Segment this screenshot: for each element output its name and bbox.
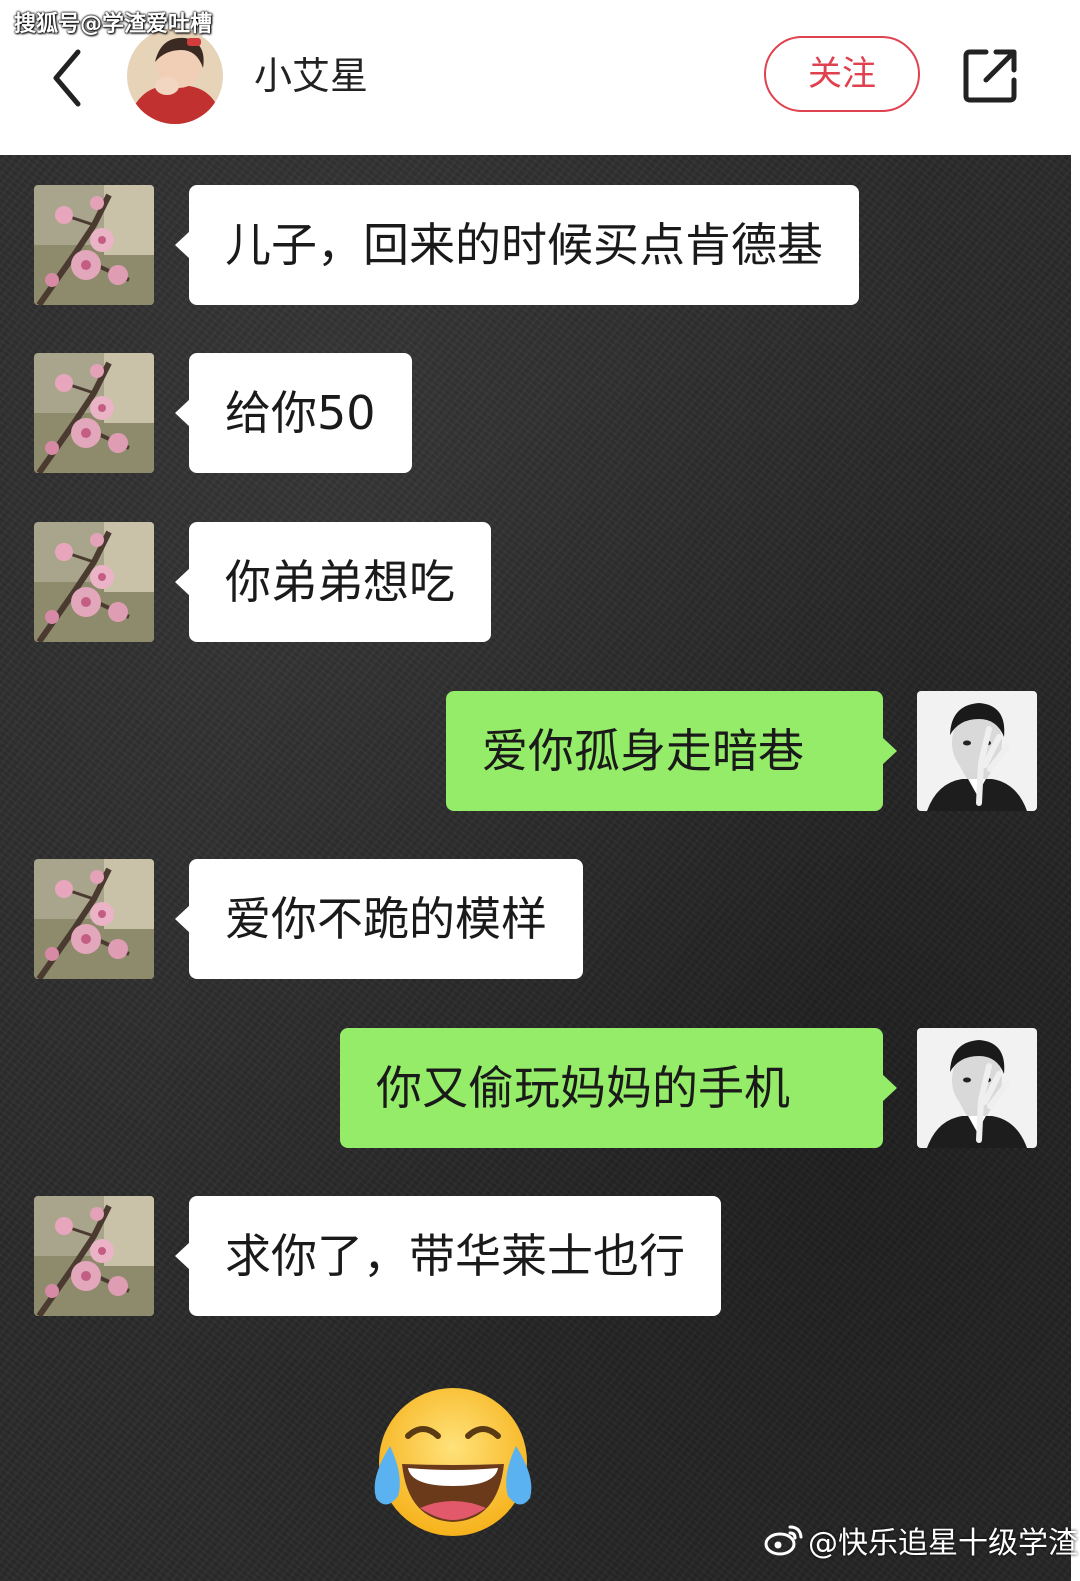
sender-avatar[interactable] — [34, 859, 154, 979]
chevron-left-icon — [38, 49, 98, 122]
edge-strip — [1071, 155, 1080, 1581]
message-bubble-outgoing: 爱你孤身走暗巷 — [446, 691, 897, 811]
message-bubble: 儿子，回来的时候买点肯德基 — [175, 185, 859, 305]
share-icon — [958, 49, 1024, 112]
message-bubble: 爱你不跪的模样 — [175, 859, 583, 979]
profile-avatar[interactable] — [127, 28, 223, 124]
message-bubble-outgoing: 你又偷玩妈妈的手机 — [340, 1028, 897, 1148]
sender-avatar[interactable] — [34, 185, 154, 305]
message-bubble: 你弟弟想吃 — [175, 522, 491, 642]
message-bubble: 求你了，带华莱士也行 — [175, 1196, 721, 1316]
weibo-icon — [764, 1523, 804, 1557]
sender-avatar[interactable] — [34, 1196, 154, 1316]
sender-avatar[interactable] — [34, 353, 154, 473]
follow-button[interactable]: 关注 — [764, 36, 920, 112]
source-watermark: 搜狐号@学渣爱吐槽 — [14, 12, 213, 37]
back-button[interactable] — [38, 38, 98, 118]
message-bubble: 给你50 — [175, 353, 412, 473]
weibo-watermark: @快乐追星十级学渣 — [764, 1516, 1078, 1564]
profile-name: 小艾星 — [254, 54, 369, 98]
self-avatar[interactable] — [917, 1028, 1037, 1148]
sender-avatar[interactable] — [34, 522, 154, 642]
share-button[interactable] — [958, 42, 1024, 108]
watermark-text: @快乐追星十级学渣 — [808, 1526, 1078, 1561]
self-avatar[interactable] — [917, 691, 1037, 811]
face-with-tears-of-joy-emoji — [368, 1382, 538, 1542]
